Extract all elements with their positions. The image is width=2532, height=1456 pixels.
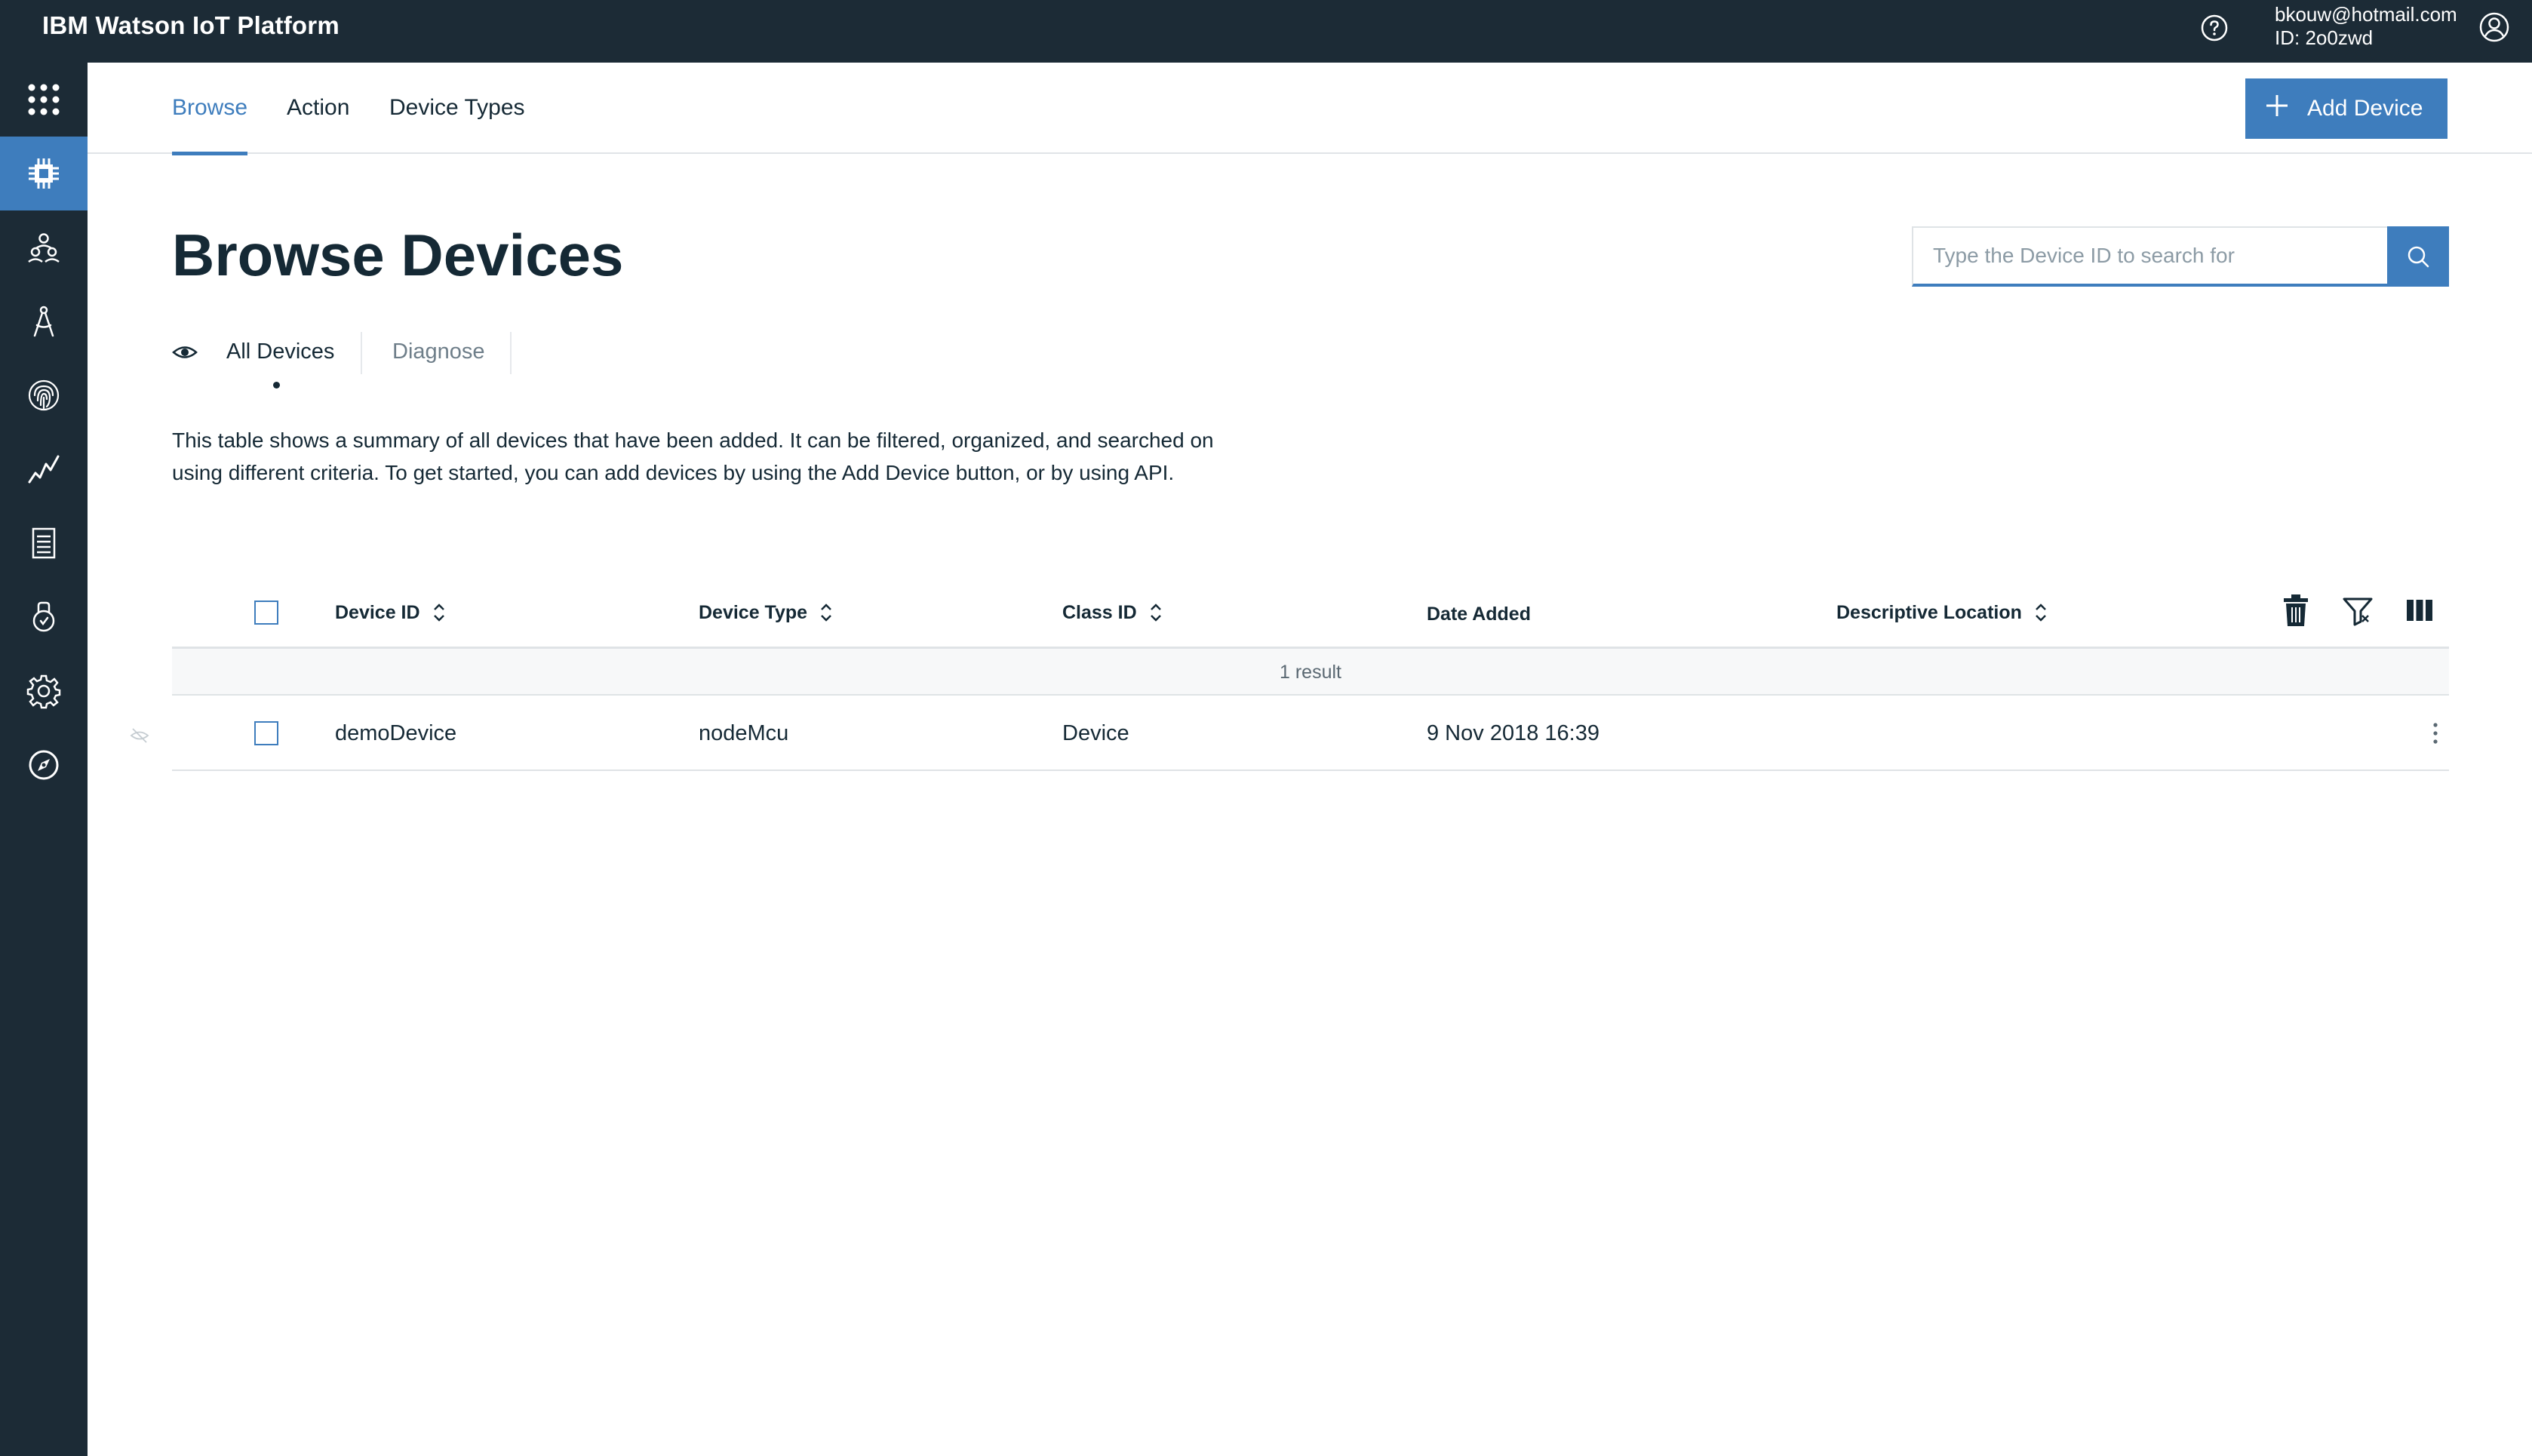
- filter-icon[interactable]: [2340, 591, 2375, 629]
- page-title: Browse Devices: [172, 222, 624, 288]
- select-all-checkbox[interactable]: [254, 601, 278, 625]
- column-descriptive-location[interactable]: Descriptive Location: [1836, 597, 2049, 628]
- cell-date-added: 9 Nov 2018 16:39: [1427, 721, 1599, 745]
- column-device-type[interactable]: Device Type: [699, 597, 834, 628]
- search-icon: [2408, 246, 2429, 268]
- sidebar-item-settings[interactable]: [0, 654, 88, 728]
- cell-device-type: nodeMcu: [699, 721, 789, 745]
- apps-key-icon: [32, 601, 55, 632]
- apps-grid-icon: [28, 84, 60, 115]
- sort-icon: [821, 604, 831, 622]
- usage-chart-icon: [28, 455, 60, 484]
- column-date-added[interactable]: Date Added: [1427, 599, 1531, 629]
- devices-chip-icon: [29, 158, 59, 189]
- column-descriptive-location-label: Descriptive Location: [1836, 602, 2022, 623]
- search-button[interactable]: [2387, 226, 2449, 287]
- add-device-button[interactable]: Add Device: [2245, 78, 2447, 139]
- eye-icon: [172, 346, 198, 358]
- sidebar-item-rules[interactable]: [0, 284, 88, 358]
- tab-action[interactable]: Action: [287, 93, 349, 123]
- column-device-id[interactable]: Device ID: [335, 597, 447, 628]
- tab-divider: [361, 332, 362, 374]
- delete-trash-icon[interactable]: [2278, 591, 2313, 629]
- active-tab-indicator: [273, 382, 280, 389]
- account-info[interactable]: bkouw@hotmail.com ID: 2o0zwd: [2275, 3, 2457, 50]
- devices-table: Device ID Device Type Class ID Date Adde…: [172, 575, 2449, 771]
- explore-compass-icon: [29, 750, 59, 780]
- search-input[interactable]: [1912, 226, 2389, 287]
- sidebar-item-logs[interactable]: [0, 506, 88, 580]
- plus-icon: [2266, 95, 2288, 116]
- cell-class-id: Device: [1062, 721, 1129, 745]
- visibility-off-icon[interactable]: [130, 726, 149, 745]
- sidebar-item-apps[interactable]: [0, 63, 88, 137]
- table-header: Device ID Device Type Class ID Date Adde…: [172, 575, 2449, 649]
- sidebar-item-explore[interactable]: [0, 728, 88, 802]
- table-description: This table shows a summary of all device…: [172, 424, 1258, 489]
- column-device-type-label: Device Type: [699, 602, 808, 623]
- columns-icon[interactable]: [2402, 591, 2437, 629]
- sort-icon: [433, 604, 444, 622]
- account-id: ID: 2o0zwd: [2275, 26, 2374, 49]
- view-tabs: All Devices Diagnose: [172, 332, 700, 389]
- left-sidebar: [0, 63, 88, 1456]
- help-icon[interactable]: [2199, 12, 2230, 44]
- rules-compass-icon: [33, 306, 54, 337]
- device-search: [1912, 226, 2449, 287]
- description-line-1: This table shows a summary of all device…: [172, 429, 1214, 452]
- members-icon: [28, 233, 60, 263]
- sidebar-item-members[interactable]: [0, 210, 88, 284]
- tab-browse[interactable]: Browse: [172, 93, 248, 155]
- security-fingerprint-icon: [28, 379, 60, 411]
- settings-gear-icon: [26, 674, 61, 709]
- add-device-label: Add Device: [2307, 96, 2423, 121]
- result-count: 1 result: [172, 649, 2449, 696]
- table-row[interactable]: demoDevice nodeMcu Device 9 Nov 2018 16:…: [172, 696, 2449, 771]
- row-checkbox[interactable]: [254, 721, 278, 745]
- sort-icon: [1150, 604, 1161, 622]
- sidebar-item-security[interactable]: [0, 358, 88, 432]
- column-date-added-label: Date Added: [1427, 604, 1531, 625]
- column-class-id-label: Class ID: [1062, 602, 1137, 623]
- column-class-id[interactable]: Class ID: [1062, 597, 1164, 628]
- tab-diagnose[interactable]: Diagnose: [392, 336, 485, 367]
- sidebar-item-apps-keys[interactable]: [0, 580, 88, 654]
- overflow-menu-icon[interactable]: [2428, 718, 2443, 748]
- sort-icon: [2036, 604, 2046, 622]
- cell-device-id[interactable]: demoDevice: [335, 718, 456, 748]
- user-avatar-icon[interactable]: [2478, 11, 2511, 44]
- account-email: bkouw@hotmail.com: [2275, 3, 2457, 26]
- tab-device-types[interactable]: Device Types: [389, 93, 525, 123]
- tab-all-devices[interactable]: All Devices: [226, 336, 334, 367]
- primary-tabs: Browse Action Device Types: [88, 63, 2532, 155]
- column-device-id-label: Device ID: [335, 602, 420, 623]
- sidebar-item-usage[interactable]: [0, 432, 88, 506]
- description-line-2: using different criteria. To get started…: [172, 461, 1175, 484]
- sidebar-item-devices[interactable]: [0, 137, 88, 210]
- logs-document-icon: [32, 527, 56, 559]
- brand-title[interactable]: IBM Watson IoT Platform: [42, 11, 340, 41]
- tab-divider: [510, 332, 512, 374]
- top-header: IBM Watson IoT Platform bkouw@hotmail.co…: [0, 0, 2532, 63]
